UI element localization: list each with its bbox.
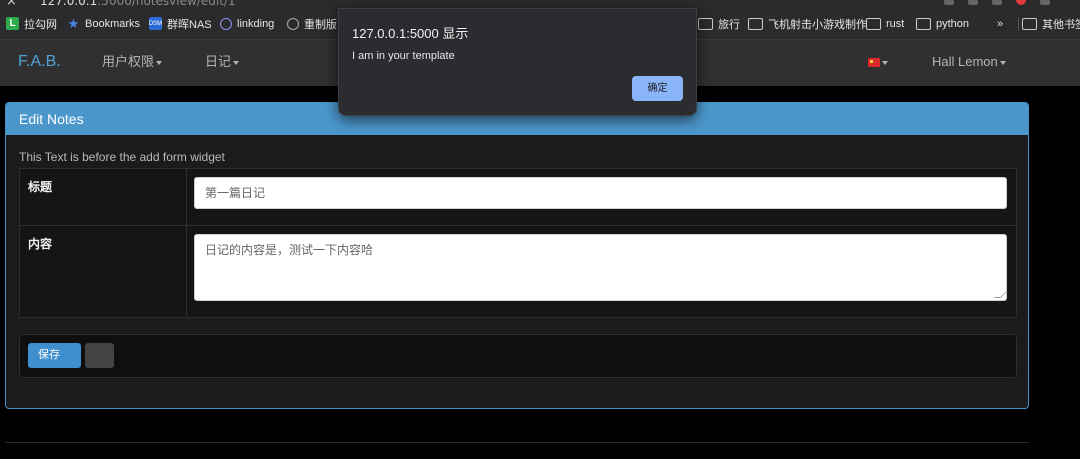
bookmark-bookmarks[interactable]: ★ Bookmarks <box>67 8 140 39</box>
browser-toolbar-icons <box>944 0 1050 5</box>
folder-icon <box>1022 17 1037 30</box>
alert-title: 127.0.0.1:5000 显示 <box>352 26 469 41</box>
column-divider <box>186 226 187 316</box>
bookmark-label: 拉勾网 <box>24 18 57 31</box>
resize-grip-icon[interactable] <box>993 291 1008 298</box>
extension-icon[interactable] <box>1040 0 1050 5</box>
edit-notes-panel: Edit Notes This Text is before the add f… <box>5 102 1029 409</box>
alert-dialog: 127.0.0.1:5000 显示 I am in your template … <box>338 8 697 116</box>
caret-down-icon <box>882 60 888 65</box>
bookmark-label: rust <box>886 17 905 30</box>
content-textarea[interactable]: 日记的内容是，测试一下内容哈 <box>194 234 1008 301</box>
link-icon <box>220 17 232 30</box>
bookmark-travel[interactable]: 旅行 <box>698 8 740 39</box>
bookmark-other[interactable]: 其他书签 <box>1022 8 1080 39</box>
language-menu[interactable] <box>868 40 888 83</box>
bookmarks-overflow-button[interactable]: » <box>997 8 1003 39</box>
china-flag-icon <box>868 58 880 68</box>
content-textarea-value: 日记的内容是，测试一下内容哈 <box>205 243 374 257</box>
bookmark-rust[interactable]: rust <box>866 8 904 39</box>
url-text[interactable]: 127.0.0.1:5000/notesview/edit/1 <box>40 0 236 8</box>
nav-menu-label: 用户权限 <box>102 54 155 69</box>
form-intro-text: This Text is before the add form widget <box>19 150 225 164</box>
url-host: 127.0.0.1 <box>40 0 98 8</box>
caret-down-icon <box>233 60 240 65</box>
bookmark-nas[interactable]: DSM 群晖NAS <box>149 8 212 39</box>
lagou-icon: L <box>6 17 19 30</box>
alert-message: I am in your template <box>352 50 455 62</box>
form-row-title: 标题 第一篇日记 <box>20 169 1016 226</box>
folder-icon <box>698 17 713 30</box>
url-path: :5000/notesview/edit/1 <box>97 0 236 8</box>
bookmark-linkding[interactable]: linkding <box>220 8 274 39</box>
brand-link[interactable]: F.A.B. <box>18 40 61 83</box>
caret-down-icon <box>156 60 163 65</box>
folder-icon <box>866 17 881 30</box>
bookmark-label: 旅行 <box>718 18 740 31</box>
form-actions: 保存 <box>19 334 1017 378</box>
dsm-icon: DSM <box>149 17 162 30</box>
bookmark-remake[interactable]: 重制版 <box>287 8 337 39</box>
bookmark-lagou[interactable]: L 拉勾网 <box>6 8 57 39</box>
bookmark-python[interactable]: python <box>916 8 969 39</box>
folder-icon <box>748 17 763 30</box>
bookmarks-divider <box>1018 17 1019 31</box>
chevron-double-right-icon: » <box>997 17 1004 30</box>
user-name: Hall Lemon <box>932 54 998 69</box>
globe-icon <box>287 17 299 30</box>
star-icon: ★ <box>67 15 80 31</box>
title-input[interactable]: 第一篇日记 <box>194 177 1007 209</box>
user-menu[interactable]: Hall Lemon <box>932 40 1006 83</box>
bookmark-label: linkding <box>237 17 275 30</box>
alert-ok-button[interactable]: 确定 <box>632 76 683 101</box>
bookmark-label: python <box>936 17 970 30</box>
back-button[interactable] <box>85 343 114 368</box>
column-divider <box>186 169 187 225</box>
close-icon[interactable]: × <box>6 0 17 8</box>
bookmark-label: 重制版 <box>304 18 337 31</box>
share-icon[interactable] <box>968 0 978 5</box>
nav-menu-notes[interactable]: 日记 <box>205 40 240 83</box>
nav-menu-label: 日记 <box>205 54 232 69</box>
nav-menu-permissions[interactable]: 用户权限 <box>102 40 163 83</box>
save-button[interactable]: 保存 <box>28 343 81 368</box>
title-input-value: 第一篇日记 <box>205 186 266 200</box>
bookmark-label: 群晖NAS <box>167 18 212 31</box>
content-label: 内容 <box>28 237 53 251</box>
bookmark-label: Bookmarks <box>85 17 141 30</box>
form-row-content: 内容 日记的内容是，测试一下内容哈 <box>20 226 1016 316</box>
search-icon[interactable] <box>944 0 954 5</box>
record-icon[interactable] <box>1016 0 1026 5</box>
edit-form-table: 标题 第一篇日记 内容 日记的内容是，测试一下内容哈 <box>19 168 1017 318</box>
caret-down-icon <box>999 60 1006 65</box>
folder-icon <box>916 17 931 30</box>
bookmark-label: 飞机射击小游戏制作 <box>768 18 867 31</box>
bookmark-label: 其他书签 <box>1042 18 1080 31</box>
title-label: 标题 <box>28 180 53 194</box>
bookmark-shooter-game[interactable]: 飞机射击小游戏制作 <box>748 8 867 39</box>
footer-divider <box>5 442 1029 443</box>
star-icon[interactable] <box>992 0 1002 5</box>
browser-address-bar[interactable]: × 127.0.0.1:5000/notesview/edit/1 <box>0 0 1080 8</box>
